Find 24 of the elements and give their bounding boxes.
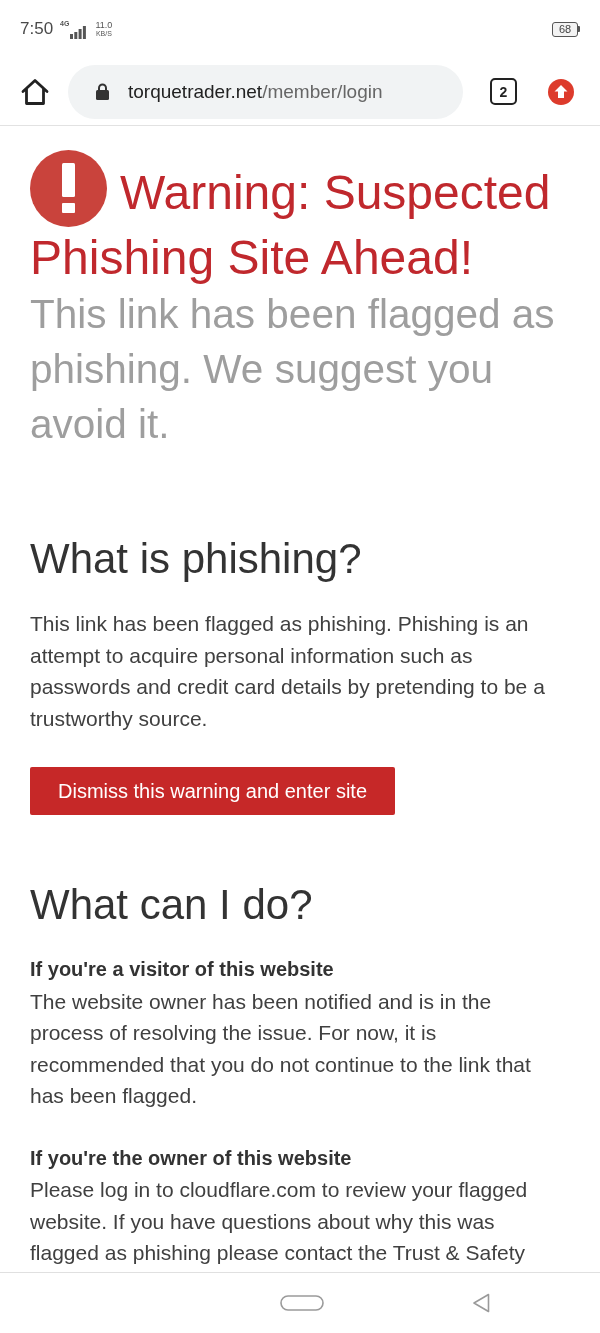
address-bar[interactable]: torquetrader.net/member/login <box>68 64 463 119</box>
section-heading: What is phishing? <box>30 534 363 584</box>
url-text: torquetrader.net/member/login <box>128 80 383 103</box>
note-title: If you're the owner of this website <box>30 1145 353 1171</box>
speed-value: 11.0 <box>95 20 113 30</box>
warning-title: Warning: Suspected <box>120 165 551 221</box>
note-text: Please log in to cloudflare.com to review your flagged website. If you have questions about why this was flagged as phishing please contact the Trust & Safety <box>30 1177 529 1266</box>
battery-indicator: 68 <box>552 21 580 37</box>
status-time: 7:50 <box>20 19 54 39</box>
note-title: If you're a visitor of this website <box>30 957 335 982</box>
warning-title: Phishing Site Ahead! <box>30 230 474 286</box>
body-paragraph: This link has been flagged as phishing. Phishing is an attempt to acquire personal information such as passwords and credit card details by pretending to be a trustworthy source. <box>30 611 546 732</box>
up-arrow-icon[interactable] <box>548 78 574 105</box>
dismiss-warning-button[interactable]: Dismiss this warning and enter site <box>30 767 395 815</box>
warning-subtitle: This link has been flagged as phishing. We suggest you avoid it. <box>30 290 556 449</box>
section-heading: What can I do? <box>30 880 314 930</box>
home-icon[interactable] <box>21 77 49 106</box>
warning-icon <box>30 150 107 227</box>
tab-count-button[interactable]: 2 <box>490 78 517 105</box>
note-text: The website owner has been notified and is in the process of resolving the issue. For now, it is recommended that you do not continue to the link that has been flagged. <box>30 988 532 1109</box>
nav-home-icon[interactable] <box>280 1295 324 1311</box>
signal-icon <box>70 25 87 39</box>
lock-icon <box>96 83 109 100</box>
back-icon[interactable] <box>472 1293 490 1313</box>
